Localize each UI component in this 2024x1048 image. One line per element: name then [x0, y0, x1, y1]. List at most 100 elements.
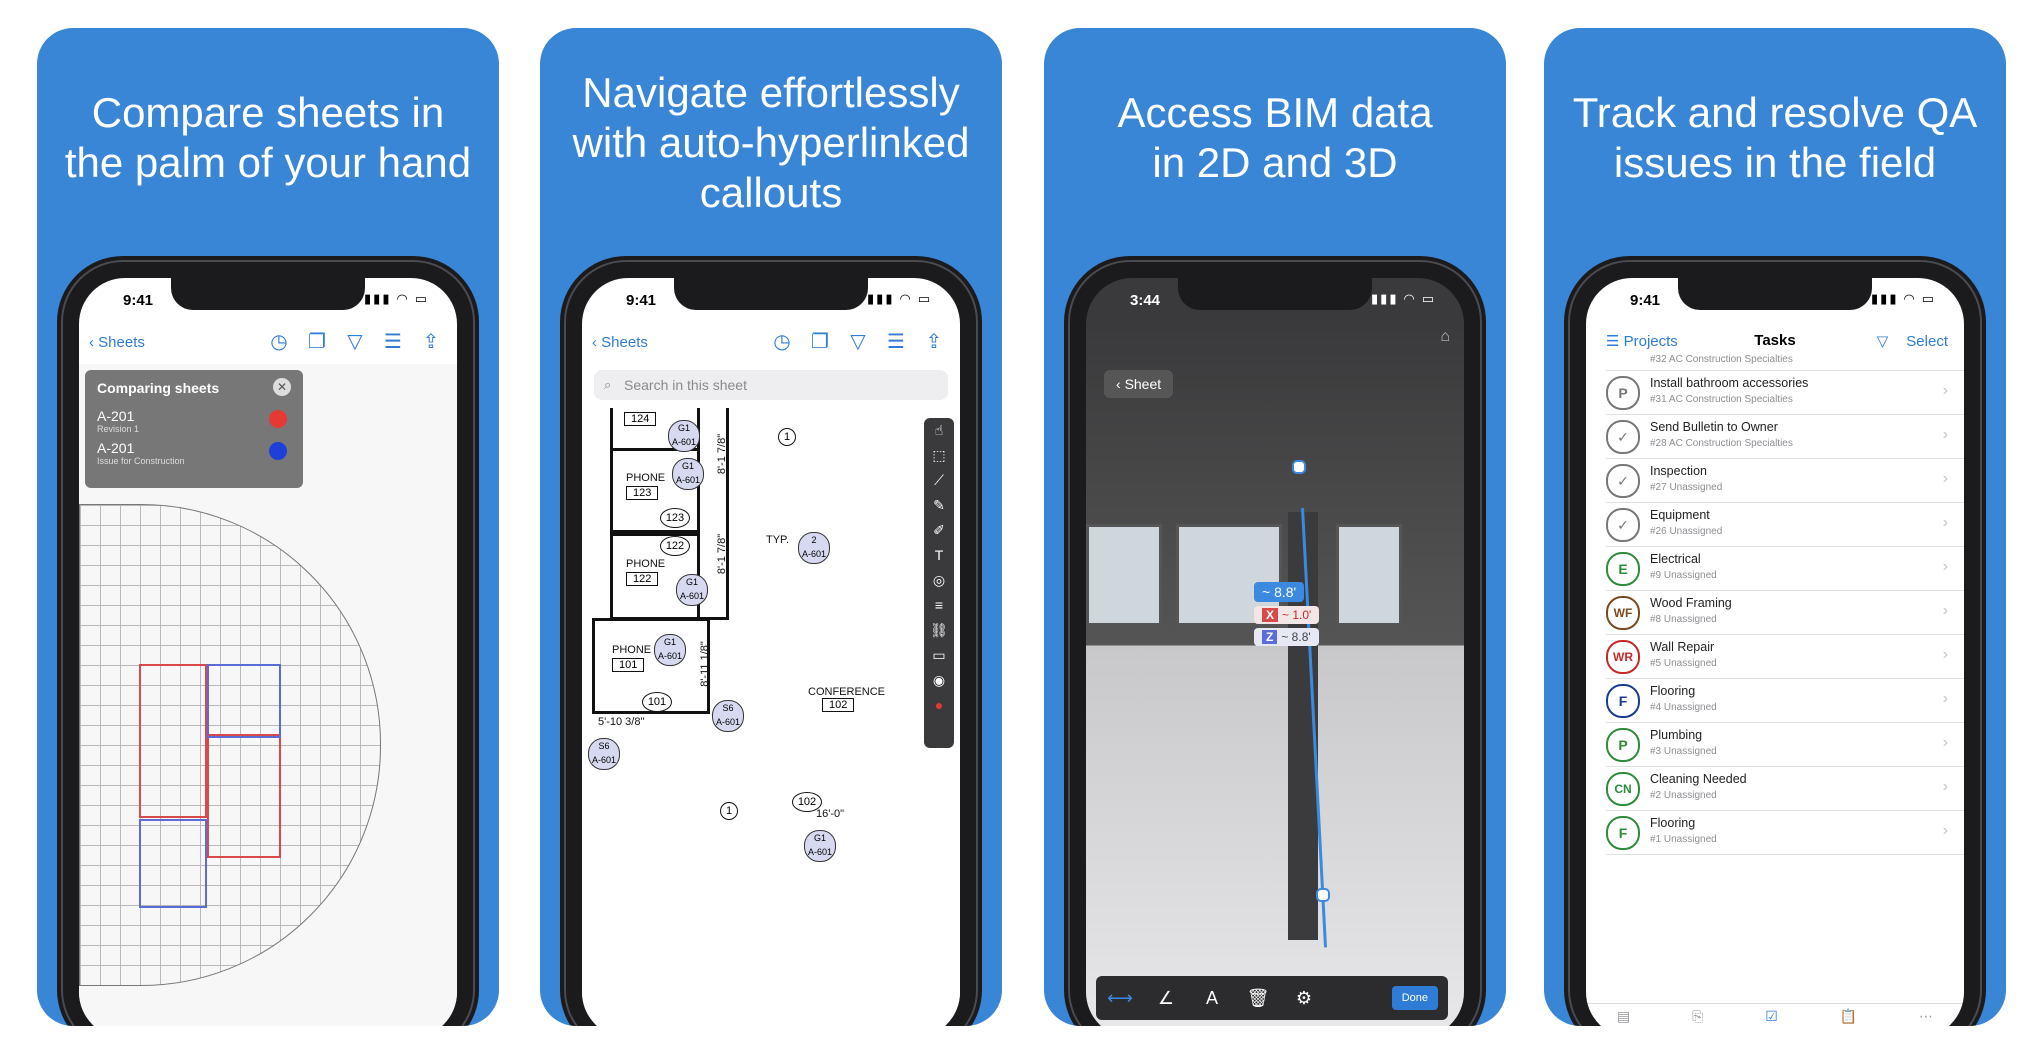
hyperlinked-callout[interactable]: G1 A-601 [804, 830, 836, 862]
select-icon[interactable]: ⬚ [924, 443, 954, 468]
done-button[interactable]: Done [1391, 986, 1438, 1010]
dimension-label: 8'-1 7/8" [716, 433, 729, 475]
chevron-right-icon: › [1942, 822, 1948, 839]
sheet-back-button[interactable]: ‹ Sheet [1104, 370, 1174, 398]
text-icon[interactable]: T [924, 543, 954, 568]
highlighter-icon[interactable]: ✐ [924, 518, 954, 543]
link-icon[interactable]: ⛓ [924, 618, 954, 643]
dimension-label: 5'-10 3/8" [598, 716, 645, 728]
line-icon[interactable]: ⟋ [924, 468, 954, 493]
task-status-icon: E [1606, 552, 1640, 586]
task-row[interactable]: ✓ Send Bulletin to Owner #28 AC Constructi… [1606, 414, 1964, 459]
filter-icon[interactable]: ▽ [846, 330, 870, 354]
settings-icon[interactable]: ⚙ [1286, 988, 1322, 1009]
ruler-icon[interactable]: ▭ [924, 643, 954, 668]
back-button[interactable]: ‹ Sheets [592, 334, 648, 351]
filter-icon[interactable]: ▽ [1877, 333, 1889, 350]
task-title: Inspection [1650, 464, 1707, 478]
pen-icon[interactable]: ✎ [924, 493, 954, 518]
headline-line: Track and resolve QA [1572, 89, 1978, 136]
tab-tasks-icon[interactable]: ☑ [1765, 1008, 1778, 1026]
task-subtitle: #1 Unassigned [1650, 834, 1717, 845]
task-row[interactable]: P Plumbing #3 Unassigned › [1606, 722, 1964, 767]
notch [1678, 278, 1872, 310]
color-dot-icon[interactable]: ● [924, 693, 954, 718]
sheet-canvas[interactable]: Comparing sheets ✕ A-201 Revision 1 A-20… [79, 364, 457, 1026]
task-row[interactable]: WR Wall Repair #5 Unassigned › [1606, 634, 1964, 679]
home-icon[interactable]: ⌂ [1440, 328, 1450, 346]
task-status-icon: WF [1606, 596, 1640, 630]
trash-icon[interactable]: 🗑 [1240, 988, 1276, 1009]
phone-screen: 9:41 ▮▮▮ ◠ ▭ ‹ Sheets ◷ ❐ ▽ ☰ ⇪ ⌕ Search… [582, 278, 960, 1026]
task-row[interactable]: CN Cleaning Needed #2 Unassigned › [1606, 766, 1964, 811]
sheet-b-row[interactable]: A-201 Issue for Construction [97, 440, 185, 466]
headline: Track and resolve QA issues in the field [1544, 88, 2006, 188]
hyperlinked-callout[interactable]: S6 A-601 [712, 700, 744, 732]
share-icon[interactable]: ⇪ [922, 330, 946, 354]
list-icon[interactable]: ≡ [924, 593, 954, 618]
hyperlinked-callout[interactable]: G1 A-601 [676, 574, 708, 606]
grid-bubble[interactable]: 1 [778, 428, 796, 446]
measure-point[interactable] [1292, 460, 1306, 474]
task-row[interactable]: F Flooring #1 Unassigned › [1606, 810, 1964, 855]
hyperlinked-callout[interactable]: S6 A-601 [588, 738, 620, 770]
status-time: 9:41 [626, 292, 657, 309]
back-button[interactable]: ‹ Sheets [89, 334, 145, 351]
select-button[interactable]: ▽ Select [1877, 332, 1948, 350]
task-row[interactable]: ✓ Inspection #27 Unassigned › [1606, 458, 1964, 503]
measure-point[interactable] [1316, 888, 1330, 902]
task-row[interactable]: ✓ Equipment #26 Unassigned › [1606, 502, 1964, 547]
sheet-canvas[interactable]: 124 PHONE 123 PHONE 122 PHONE 101 123 12… [582, 408, 960, 1026]
room-tag[interactable]: 123 [660, 508, 690, 528]
hyperlinked-callout[interactable]: G1 A-601 [672, 458, 704, 490]
history-icon[interactable]: ◷ [770, 330, 794, 354]
task-title: Plumbing [1650, 728, 1703, 742]
sheet-list-icon[interactable]: ☰ [884, 330, 908, 354]
axis-x-label: X [1262, 608, 1279, 622]
task-subtitle: #26 Unassigned [1650, 526, 1723, 537]
tab-attachments-icon[interactable]: ⎘ [1692, 1008, 1703, 1026]
room-tag[interactable]: 122 [660, 536, 690, 556]
headline-line: Navigate effortlessly [582, 69, 960, 116]
task-row[interactable]: F Flooring #4 Unassigned › [1606, 678, 1964, 723]
sheet-a-row[interactable]: A-201 Revision 1 [97, 408, 139, 434]
close-icon[interactable]: ✕ [273, 378, 291, 396]
room-name: PHONE [626, 472, 666, 484]
angle-tool-icon[interactable]: ∠ [1148, 988, 1184, 1009]
chevron-right-icon: › [1942, 646, 1948, 663]
tab-forms-icon[interactable]: 📋 [1840, 1008, 1857, 1026]
card-bim-data: Access BIM data in 2D and 3D 3:44 ▮▮▮ ◠ … [1044, 28, 1506, 1026]
measure-tool-icon[interactable]: ⟷ [1102, 988, 1138, 1009]
filter-icon[interactable]: ▽ [343, 330, 367, 354]
task-title: Flooring [1650, 684, 1696, 698]
room-tag[interactable]: 101 [642, 692, 672, 712]
dimension-label: 16'-0" [816, 808, 845, 820]
pointer-icon[interactable]: ☝ [924, 418, 954, 443]
bim-3d-viewport[interactable]: ~ 8.8' X ~ 1.0' Z ~ 8.8' ‹ Sheet ⌂ ⟷ ∠ A 🗑… [1086, 324, 1464, 1026]
tab-more-icon[interactable]: ⋯ [1919, 1008, 1933, 1026]
history-icon[interactable]: ◷ [267, 330, 291, 354]
hyperlinked-callout[interactable]: G1 A-601 [668, 420, 700, 452]
text-tool-icon[interactable]: A [1194, 988, 1230, 1009]
task-title: Send Bulletin to Owner [1650, 420, 1778, 434]
tab-sheets-icon[interactable]: ▤ [1617, 1008, 1630, 1026]
camera-icon[interactable]: ◉ [924, 668, 954, 693]
task-row[interactable]: P Install bathroom accessories #31 AC Cons… [1606, 370, 1964, 415]
room-name: PHONE [626, 558, 666, 570]
sheet-list-icon[interactable]: ☰ [381, 330, 405, 354]
search-input[interactable]: ⌕ Search in this sheet [594, 370, 948, 400]
share-icon[interactable]: ⇪ [419, 330, 443, 354]
window [1086, 524, 1162, 626]
task-row[interactable]: E Electrical #9 Unassigned › [1606, 546, 1964, 591]
headline-line: issues in the field [1613, 139, 1937, 186]
compare-icon[interactable]: ❐ [808, 330, 832, 354]
task-row[interactable]: WF Wood Framing #8 Unassigned › [1606, 590, 1964, 635]
shape-icon[interactable]: ◎ [924, 568, 954, 593]
hyperlinked-callout[interactable]: 2 A-601 [798, 532, 830, 564]
sheet-a-revision: Revision 1 [97, 424, 140, 434]
sheet-b-number: A-201 [97, 440, 135, 456]
compare-icon[interactable]: ❐ [305, 330, 329, 354]
grid-bubble[interactable]: 1 [720, 802, 738, 820]
list-item[interactable]: #32 AC Construction Specialties [1606, 352, 1964, 371]
hyperlinked-callout[interactable]: G1 A-601 [654, 634, 686, 666]
